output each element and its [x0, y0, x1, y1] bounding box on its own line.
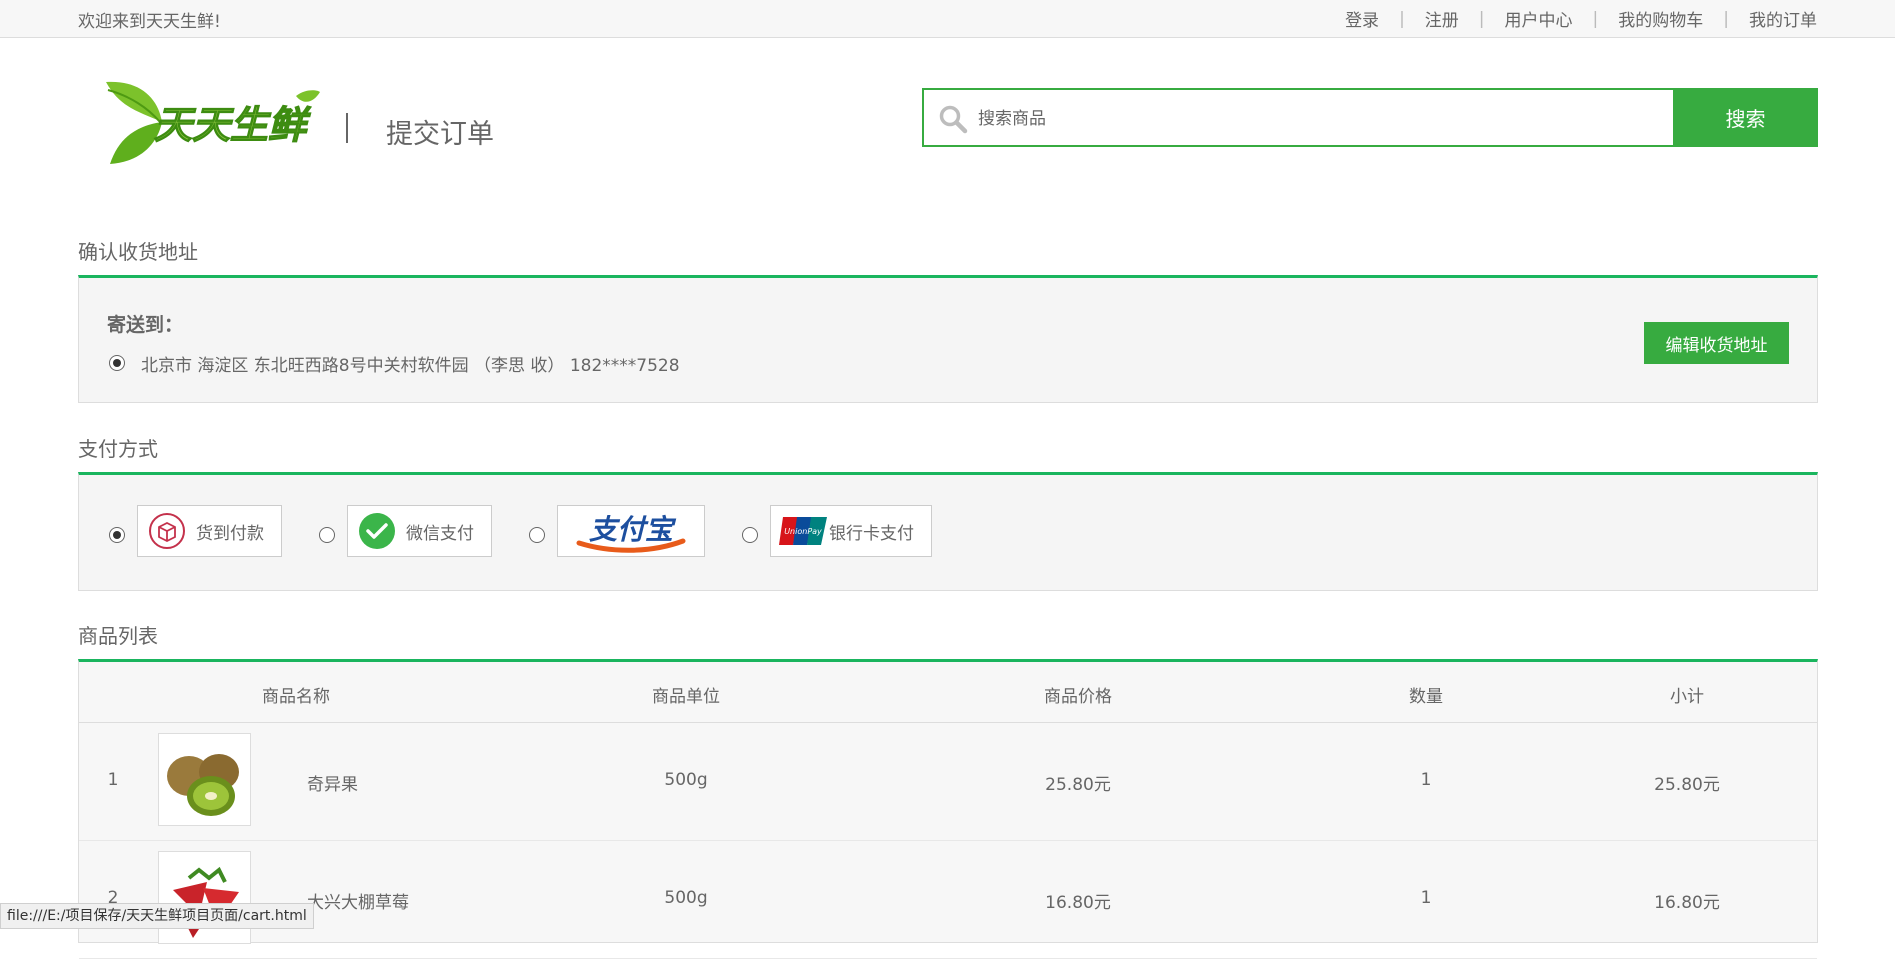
kiwi-image	[158, 733, 251, 826]
goods-section-title: 商品列表	[78, 624, 158, 648]
user-center-link[interactable]: 用户中心	[1505, 6, 1573, 31]
nav-separator: |	[1399, 8, 1405, 29]
goods-name: 大兴大棚草莓	[307, 893, 409, 913]
logo-text: 天天生鲜	[154, 103, 312, 147]
goods-subtotal: 25.80元	[1654, 775, 1720, 795]
cash-on-delivery-icon	[149, 513, 185, 549]
pay-radio-wechat[interactable]	[319, 527, 335, 543]
goods-subtotal: 16.80元	[1654, 893, 1720, 913]
kiwi-photo-icon	[167, 754, 239, 816]
search-icon	[939, 105, 968, 134]
pay-radio-bankcard[interactable]	[742, 527, 758, 543]
top-nav: 登录 | 注册 | 用户中心 | 我的购物车 | 我的订单	[1345, 6, 1817, 32]
ship-to-label: 寄送到：	[107, 314, 184, 336]
my-orders-link[interactable]: 我的订单	[1749, 6, 1817, 31]
goods-price: 16.80元	[1045, 893, 1111, 913]
col-header-unit: 商品单位	[652, 687, 720, 707]
goods-unit: 500g	[664, 770, 708, 790]
pay-option-wechat[interactable]: 微信支付	[347, 505, 492, 557]
strawberry-photo-icon	[173, 866, 239, 938]
login-link[interactable]: 登录	[1345, 6, 1379, 31]
top-bar: 欢迎来到天天生鲜! 登录 | 注册 | 用户中心 | 我的购物车 | 我的订单	[0, 0, 1895, 38]
pay-option-alipay[interactable]: 支付宝	[557, 505, 705, 557]
pay-option-bankcard[interactable]: UnionPay 银行卡支付	[770, 505, 932, 557]
payment-panel: 货到付款 微信支付 支付宝 UnionPay 银行卡支付	[78, 472, 1818, 591]
search-input[interactable]	[976, 90, 1660, 147]
goods-table: 商品名称 商品单位 商品价格 数量 小计 1 奇异果 500g 25.80元 1…	[78, 659, 1818, 959]
welcome-text: 欢迎来到天天生鲜!	[78, 12, 221, 32]
col-header-name: 商品名称	[262, 687, 330, 707]
address-radio[interactable]	[109, 355, 125, 371]
unionpay-icon: UnionPay	[779, 517, 827, 545]
address-text: 北京市 海淀区 东北旺西路8号中关村软件园 （李思 收） 182****7528	[141, 356, 680, 376]
register-link[interactable]: 注册	[1425, 6, 1459, 31]
alipay-logo-icon: 支付宝	[576, 513, 686, 553]
table-row: 2 大兴大棚草莓 500g 16.80元 1 16.80元	[79, 841, 1817, 959]
nav-separator: |	[1723, 8, 1729, 29]
goods-unit: 500g	[664, 888, 708, 908]
browser-status-bar: file:///E:/项目保存/天天生鲜项目页面/cart.html	[0, 903, 314, 929]
nav-separator: |	[1592, 8, 1599, 29]
nav-separator: |	[1478, 8, 1485, 29]
pay-radio-cod[interactable]	[109, 527, 125, 543]
goods-qty: 1	[1420, 888, 1432, 908]
col-header-price: 商品价格	[1044, 687, 1112, 707]
goods-name: 奇异果	[307, 775, 358, 795]
strawberry-image	[158, 851, 251, 944]
pay-option-cod[interactable]: 货到付款	[137, 505, 282, 557]
address-section-title: 确认收货地址	[78, 240, 198, 264]
col-header-qty: 数量	[1409, 687, 1443, 707]
search-box	[922, 88, 1676, 147]
header-divider	[346, 113, 348, 143]
page-title: 提交订单	[386, 119, 494, 150]
pay-option-label: 银行卡支付	[829, 523, 914, 544]
goods-price: 25.80元	[1045, 775, 1111, 795]
my-cart-link[interactable]: 我的购物车	[1618, 6, 1703, 31]
alipay-logo-text: 支付宝	[589, 513, 677, 546]
search-button[interactable]: 搜索	[1673, 88, 1818, 147]
site-logo[interactable]: 天天生鲜	[100, 78, 320, 168]
pay-option-label: 货到付款	[196, 523, 264, 544]
goods-table-header: 商品名称 商品单位 商品价格 数量 小计	[79, 662, 1817, 723]
payment-section-title: 支付方式	[78, 437, 158, 461]
pay-option-label: 微信支付	[406, 523, 474, 544]
pay-radio-alipay[interactable]	[529, 527, 545, 543]
wechat-pay-icon	[359, 513, 395, 549]
edit-address-button[interactable]: 编辑收货地址	[1644, 322, 1789, 364]
table-row: 1 奇异果 500g 25.80元 1 25.80元	[79, 723, 1817, 841]
goods-qty: 1	[1420, 770, 1432, 790]
address-panel: 寄送到： 北京市 海淀区 东北旺西路8号中关村软件园 （李思 收） 182***…	[78, 275, 1818, 403]
col-header-subtotal: 小计	[1670, 687, 1704, 707]
row-index: 1	[107, 770, 119, 790]
svg-text:UnionPay: UnionPay	[784, 527, 822, 536]
leaf-logo-icon: 天天生鲜	[106, 81, 320, 164]
